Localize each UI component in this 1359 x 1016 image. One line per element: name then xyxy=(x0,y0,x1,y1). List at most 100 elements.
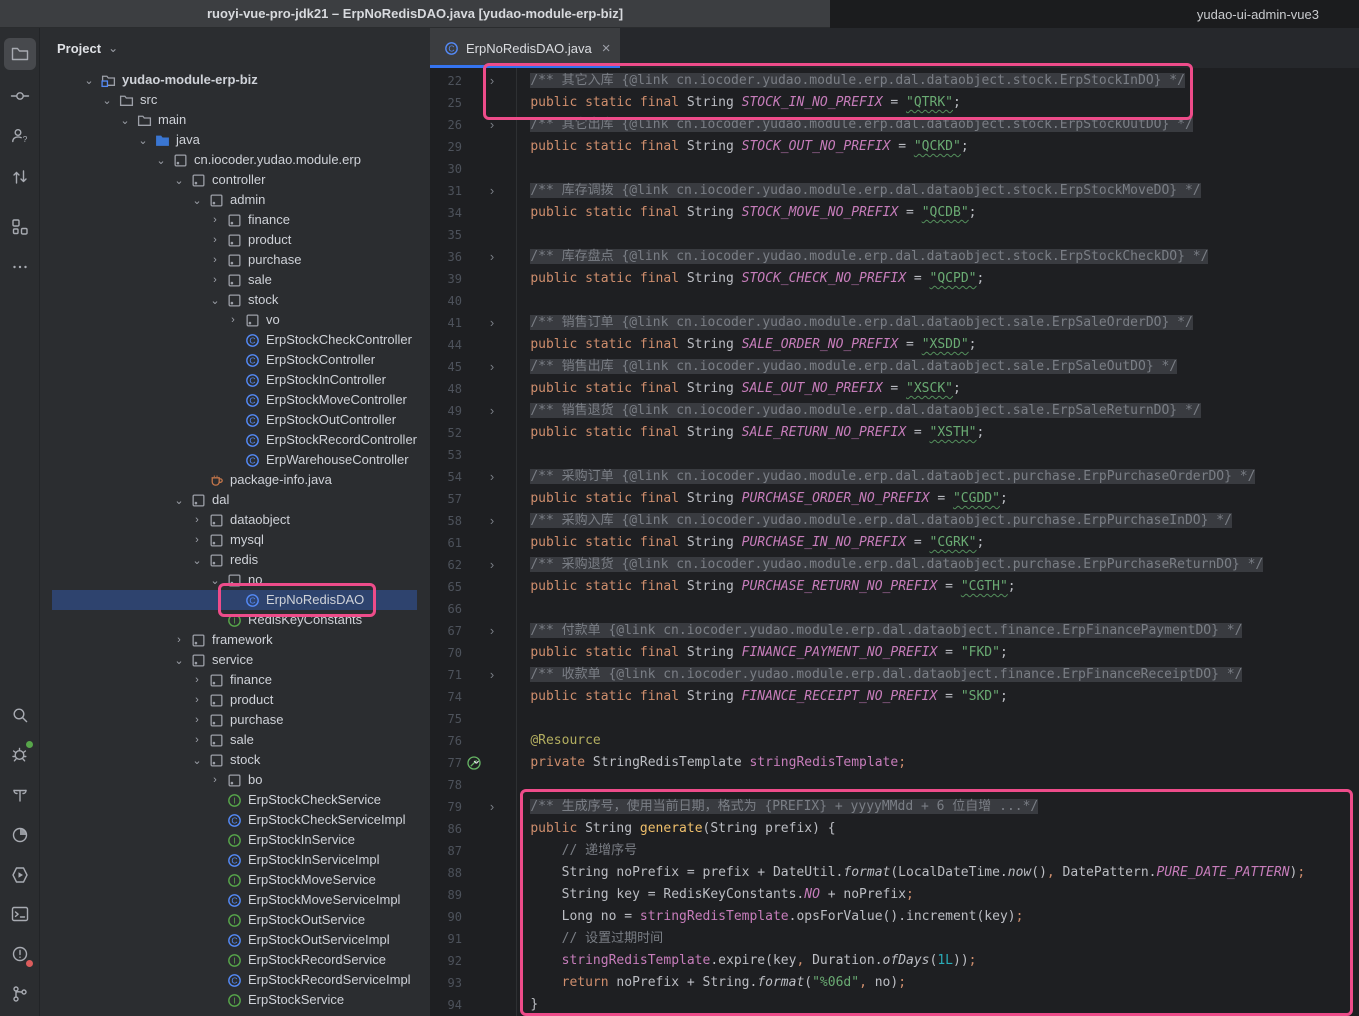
code-line-88[interactable]: 88 String noPrefix = prefix + DateUtil.f… xyxy=(430,862,1359,884)
tree-item-redis[interactable]: ⌄redis xyxy=(40,550,430,570)
fold-arrow-icon[interactable]: › xyxy=(485,510,499,532)
fold-arrow-icon[interactable]: › xyxy=(485,114,499,136)
tree-item-src[interactable]: ⌄src xyxy=(40,90,430,110)
code-line-29[interactable]: 29 public static final String STOCK_OUT_… xyxy=(430,136,1359,158)
chevron-right-icon[interactable]: › xyxy=(190,690,204,710)
chevron-down-icon[interactable]: ⌄ xyxy=(154,150,168,170)
tree-item-dal[interactable]: ⌄dal xyxy=(40,490,430,510)
tool-stripe-profiler-button[interactable] xyxy=(4,819,36,851)
tree-item-product[interactable]: ›product xyxy=(40,230,430,250)
code-line-34[interactable]: 34 public static final String STOCK_MOVE… xyxy=(430,202,1359,224)
chevron-down-icon[interactable]: ⌄ xyxy=(190,750,204,770)
fold-arrow-icon[interactable]: › xyxy=(485,796,499,818)
code-line-58[interactable]: 58› /** 采购入库 {@link cn.iocoder.yudao.mod… xyxy=(430,510,1359,532)
spring-bean-icon[interactable] xyxy=(466,755,482,771)
fold-arrow-icon[interactable]: › xyxy=(485,246,499,268)
code-line-40[interactable]: 40 xyxy=(430,290,1359,312)
tree-item-purchase[interactable]: ›purchase xyxy=(40,710,430,730)
code-line-35[interactable]: 35 xyxy=(430,224,1359,246)
close-icon[interactable]: × xyxy=(602,41,611,56)
chevron-right-icon[interactable]: › xyxy=(190,510,204,530)
code-line-44[interactable]: 44 public static final String SALE_ORDER… xyxy=(430,334,1359,356)
code-line-61[interactable]: 61 public static final String PURCHASE_I… xyxy=(430,532,1359,554)
code-line-57[interactable]: 57 public static final String PURCHASE_O… xyxy=(430,488,1359,510)
code-line-49[interactable]: 49› /** 销售退货 {@link cn.iocoder.yudao.mod… xyxy=(430,400,1359,422)
tool-stripe-terminal-button[interactable] xyxy=(4,898,36,930)
tree-item-java[interactable]: ⌄java xyxy=(40,130,430,150)
tool-stripe-search-button[interactable] xyxy=(4,699,36,731)
chevron-down-icon[interactable]: ⌄ xyxy=(208,290,222,310)
chevron-right-icon[interactable]: › xyxy=(190,730,204,750)
tree-item-finance[interactable]: ›finance xyxy=(40,670,430,690)
code-line-25[interactable]: 25 public static final String STOCK_IN_N… xyxy=(430,92,1359,114)
tree-item-admin[interactable]: ⌄admin xyxy=(40,190,430,210)
code-line-52[interactable]: 52 public static final String SALE_RETUR… xyxy=(430,422,1359,444)
code-line-45[interactable]: 45› /** 销售出库 {@link cn.iocoder.yudao.mod… xyxy=(430,356,1359,378)
fold-arrow-icon[interactable]: › xyxy=(485,554,499,576)
chevron-right-icon[interactable]: › xyxy=(208,210,222,230)
tree-item-main[interactable]: ⌄main xyxy=(40,110,430,130)
code-line-30[interactable]: 30 xyxy=(430,158,1359,180)
code-line-71[interactable]: 71› /** 收款单 {@link cn.iocoder.yudao.modu… xyxy=(430,664,1359,686)
code-line-31[interactable]: 31› /** 库存调拨 {@link cn.iocoder.yudao.mod… xyxy=(430,180,1359,202)
fold-arrow-icon[interactable]: › xyxy=(485,466,499,488)
code-line-86[interactable]: 86 public String generate(String prefix)… xyxy=(430,818,1359,840)
tree-item-erpstockinservice[interactable]: IErpStockInService xyxy=(40,830,430,850)
code-line-36[interactable]: 36› /** 库存盘点 {@link cn.iocoder.yudao.mod… xyxy=(430,246,1359,268)
code-line-22[interactable]: 22› /** 其它入库 {@link cn.iocoder.yudao.mod… xyxy=(430,70,1359,92)
chevron-down-icon[interactable]: ⌄ xyxy=(100,90,114,110)
chevron-right-icon[interactable]: › xyxy=(208,230,222,250)
code-line-93[interactable]: 93 return noPrefix + String.format("%06d… xyxy=(430,972,1359,994)
tool-stripe-debug-button[interactable] xyxy=(4,738,36,770)
fold-arrow-icon[interactable]: › xyxy=(485,620,499,642)
chevron-down-icon[interactable]: ⌄ xyxy=(82,70,96,90)
chevron-right-icon[interactable]: › xyxy=(190,530,204,550)
tree-item-erpwarehousecontroller[interactable]: CErpWarehouseController xyxy=(40,450,430,470)
tree-item-erpnoredisdao[interactable]: CErpNoRedisDAO xyxy=(40,590,430,610)
code-line-70[interactable]: 70 public static final String FINANCE_PA… xyxy=(430,642,1359,664)
tool-stripe-structure-button[interactable] xyxy=(4,211,36,243)
chevron-right-icon[interactable]: › xyxy=(208,250,222,270)
chevron-right-icon[interactable]: › xyxy=(226,310,240,330)
tree-item-erpstockoutserviceimpl[interactable]: CErpStockOutServiceImpl xyxy=(40,930,430,950)
tool-stripe-commit-button[interactable] xyxy=(4,80,36,112)
tree-item-stock[interactable]: ⌄stock xyxy=(40,290,430,310)
chevron-right-icon[interactable]: › xyxy=(190,670,204,690)
chevron-right-icon[interactable]: › xyxy=(208,770,222,790)
code-line-90[interactable]: 90 Long no = stringRedisTemplate.opsForV… xyxy=(430,906,1359,928)
fold-arrow-icon[interactable]: › xyxy=(485,180,499,202)
tree-item-yudao-module-erp-biz[interactable]: ⌄yudao-module-erp-biz xyxy=(40,70,430,90)
code-line-65[interactable]: 65 public static final String PURCHASE_R… xyxy=(430,576,1359,598)
fold-arrow-icon[interactable]: › xyxy=(485,664,499,686)
code-line-66[interactable]: 66 xyxy=(430,598,1359,620)
chevron-down-icon[interactable]: ⌄ xyxy=(118,110,132,130)
tree-item-vo[interactable]: ›vo xyxy=(40,310,430,330)
tool-stripe-version-control-button[interactable] xyxy=(4,978,36,1010)
tool-stripe-pull-requests-button[interactable] xyxy=(4,161,36,193)
code-line-54[interactable]: 54› /** 采购订单 {@link cn.iocoder.yudao.mod… xyxy=(430,466,1359,488)
fold-arrow-icon[interactable]: › xyxy=(485,400,499,422)
chevron-right-icon[interactable]: › xyxy=(208,270,222,290)
fold-arrow-icon[interactable]: › xyxy=(485,312,499,334)
tree-item-erpstockservice[interactable]: IErpStockService xyxy=(40,990,430,1010)
code-line-76[interactable]: 76 @Resource xyxy=(430,730,1359,752)
tree-item-erpstockcheckservice[interactable]: IErpStockCheckService xyxy=(40,790,430,810)
tree-item-erpstockinserviceimpl[interactable]: CErpStockInServiceImpl xyxy=(40,850,430,870)
tree-item-erpstockrecordservice[interactable]: IErpStockRecordService xyxy=(40,950,430,970)
tool-stripe-user-help-button[interactable]: ? xyxy=(4,120,36,152)
code-line-94[interactable]: 94 } xyxy=(430,994,1359,1016)
code-line-26[interactable]: 26› /** 其它出库 {@link cn.iocoder.yudao.mod… xyxy=(430,114,1359,136)
code-line-41[interactable]: 41› /** 销售订单 {@link cn.iocoder.yudao.mod… xyxy=(430,312,1359,334)
chevron-down-icon[interactable]: ⌄ xyxy=(172,170,186,190)
code-editor[interactable]: 22› /** 其它入库 {@link cn.iocoder.yudao.mod… xyxy=(430,68,1359,1016)
code-line-92[interactable]: 92 stringRedisTemplate.expire(key, Durat… xyxy=(430,950,1359,972)
code-line-62[interactable]: 62› /** 采购退货 {@link cn.iocoder.yudao.mod… xyxy=(430,554,1359,576)
chevron-down-icon[interactable]: ⌄ xyxy=(136,130,150,150)
code-line-39[interactable]: 39 public static final String STOCK_CHEC… xyxy=(430,268,1359,290)
chevron-down-icon[interactable]: ⌄ xyxy=(172,650,186,670)
tree-item-bo[interactable]: ›bo xyxy=(40,770,430,790)
background-window-titlebar[interactable]: yudao-ui-admin-vue3 xyxy=(830,0,1359,28)
code-line-74[interactable]: 74 public static final String FINANCE_RE… xyxy=(430,686,1359,708)
tree-item-dataobject[interactable]: ›dataobject xyxy=(40,510,430,530)
tree-item-erpstockcontroller[interactable]: CErpStockController xyxy=(40,350,430,370)
